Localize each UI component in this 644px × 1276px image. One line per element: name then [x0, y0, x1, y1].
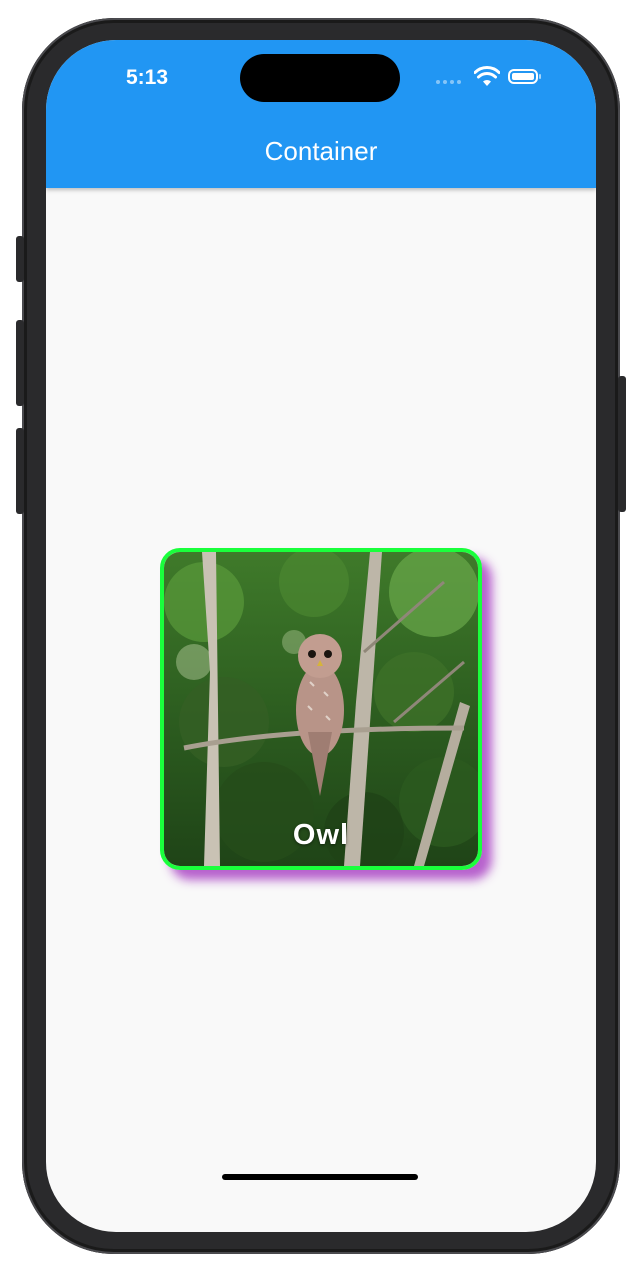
app-bar: 5:13 Container — [46, 40, 596, 188]
screen: 5:13 Container Owl — [46, 40, 596, 1232]
cellular-signal-icon — [436, 80, 461, 84]
volume-down-button — [16, 428, 24, 514]
dynamic-island — [240, 54, 400, 102]
card-label: Owl — [292, 819, 350, 851]
status-time: 5:13 — [126, 66, 169, 89]
home-indicator[interactable] — [222, 1174, 418, 1180]
page-title: Container — [264, 136, 378, 166]
action-button — [16, 236, 24, 282]
volume-up-button — [16, 320, 24, 406]
wifi-icon — [474, 66, 500, 86]
owl-card: Owl — [160, 548, 482, 870]
battery-icon — [508, 69, 541, 84]
power-button — [618, 376, 626, 512]
